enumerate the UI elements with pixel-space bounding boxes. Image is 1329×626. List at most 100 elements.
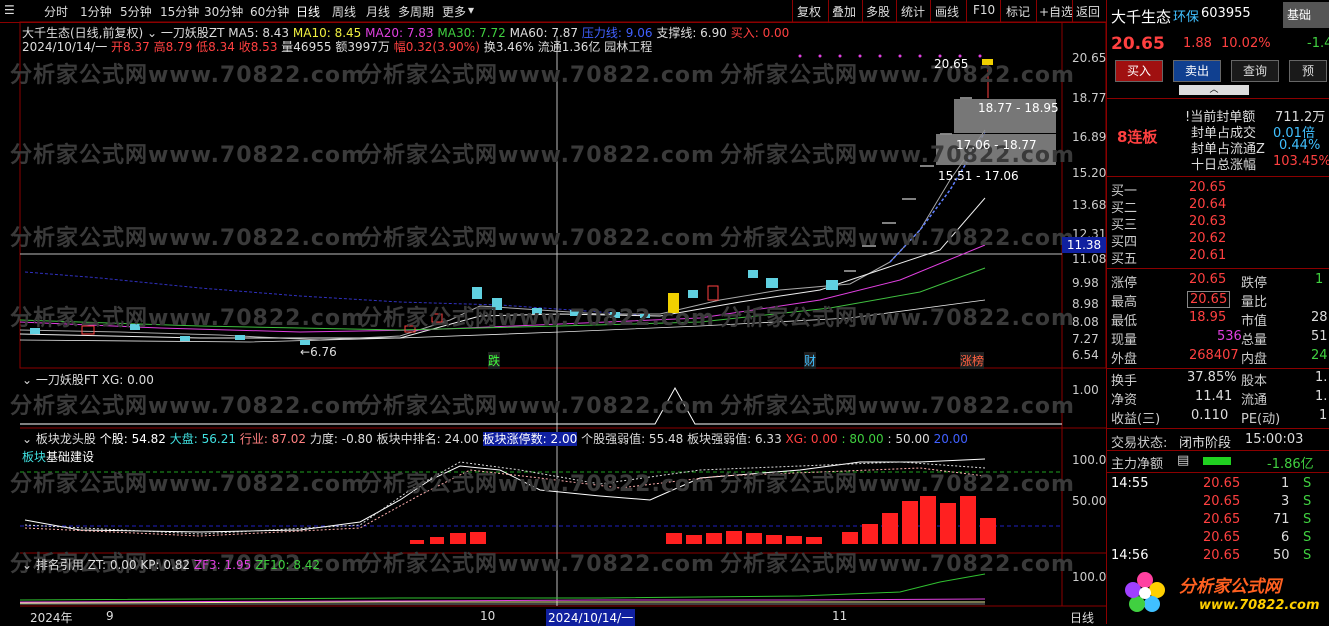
stock-code: 603955	[1201, 6, 1251, 21]
top-price-label: 20.65	[934, 57, 969, 71]
sector-label: 板块基础建设	[22, 450, 95, 464]
bid-price[interactable]: 20.64	[1189, 197, 1226, 212]
axis-tick: 11.08	[1072, 252, 1107, 266]
panel4-header: ⌄ 排名引用 ZT: 0.00 KP: 0.82 ZF3: 1.95 ZF10:…	[22, 558, 321, 572]
inner-label: 内盘	[1241, 352, 1268, 367]
amplitude: 幅0.32(3.90%)	[393, 40, 480, 54]
high-price: 高8.79	[153, 40, 193, 54]
eps: 0.110	[1191, 408, 1229, 423]
high-label: 最高	[1111, 295, 1138, 310]
bid-price[interactable]: 20.62	[1189, 231, 1226, 246]
nav: 11.41	[1195, 389, 1233, 404]
market-cap: 28	[1311, 310, 1328, 325]
signal-zhangbang: 涨榜	[960, 352, 985, 369]
cursor-price-tag: 11.38	[1062, 237, 1106, 253]
chevron-down-icon[interactable]: ⌄	[22, 558, 32, 572]
watermark: 分析家公式网www.70822.com	[10, 394, 365, 419]
collapse-chevron-icon[interactable]: ︿	[1179, 85, 1249, 95]
inner-vol: 24	[1311, 348, 1328, 363]
watermark: 分析家公式网www.70822.com	[360, 226, 715, 251]
main-net: -1.86亿	[1267, 457, 1314, 472]
list-icon[interactable]: ▤	[1177, 453, 1189, 468]
low-point-label: ←6.76	[300, 345, 337, 359]
signal-die: 跌	[488, 352, 501, 369]
limit-down-label: 跌停	[1241, 276, 1268, 291]
float-label: 流通	[1241, 393, 1268, 408]
chevron-down-icon[interactable]: ⌄	[22, 432, 32, 446]
axis-tick: 16.89	[1072, 130, 1107, 144]
day-low: 18.95	[1189, 310, 1227, 325]
range-label-2: 17.06 - 18.77	[956, 138, 1037, 152]
sector-tag: 园林工程	[604, 40, 653, 54]
bid-price[interactable]: 20.61	[1189, 248, 1226, 263]
total-vol: 51	[1311, 329, 1328, 344]
bid-price[interactable]: 20.65	[1189, 180, 1226, 195]
volume: 量46955	[281, 40, 332, 54]
axis-tick: 8.98	[1072, 297, 1099, 311]
turnover-label: 换手	[1111, 374, 1138, 389]
buy-button[interactable]: 买入	[1115, 60, 1163, 82]
outer-vol: 268407	[1189, 348, 1239, 363]
volume-ratio-label: 量比	[1241, 295, 1268, 310]
cur-vol-label: 现量	[1111, 333, 1138, 348]
turnover-rate: 37.85%	[1187, 370, 1237, 385]
total-vol-label: 总量	[1241, 333, 1268, 348]
low-label: 最低	[1111, 314, 1138, 329]
logo-text: 分析家公式网	[1179, 577, 1281, 597]
trade-state-label: 交易状态:	[1111, 436, 1168, 451]
axis-tick: 1.00	[1072, 383, 1099, 397]
x-year: 2024年	[30, 611, 73, 625]
last-price: 20.65	[1111, 34, 1165, 54]
trade-state: 闭市阶段	[1179, 436, 1232, 451]
axis-tick: 9.98	[1072, 276, 1099, 290]
watermark: 分析家公式网www.70822.com	[10, 306, 365, 331]
watermark: 分析家公式网www.70822.com	[360, 306, 715, 331]
pre-button[interactable]: 预	[1289, 60, 1327, 82]
float-cap: 1.	[1315, 389, 1328, 404]
eps-label: 收益(三)	[1111, 412, 1161, 427]
range-label-1: 18.77 - 18.95	[978, 101, 1059, 115]
axis-tick: 20.65	[1072, 51, 1107, 65]
panel3-header: ⌄ 板块龙头股 个股: 54.82 大盘: 56.21 行业: 87.02 力度…	[22, 432, 968, 446]
bid-label: 买五	[1111, 252, 1138, 267]
seal-float: 0.44%	[1279, 138, 1321, 153]
x-month-10: 10	[480, 609, 496, 623]
axis-tick: 6.54	[1072, 348, 1099, 362]
sell-button[interactable]: 卖出	[1173, 60, 1221, 82]
axis-tick: 100.0	[1072, 570, 1107, 584]
panel2-header: ⌄ 一刀妖股FT XG: 0.00	[22, 373, 154, 387]
day-high: 20.65	[1187, 291, 1231, 308]
price-change-pct: 10.02%	[1221, 36, 1271, 51]
float-shares: 流通1.36亿	[537, 40, 601, 54]
limit-down: 1	[1315, 272, 1324, 287]
axis-tick: 50.00	[1072, 494, 1107, 508]
range-label-3: 15.51 - 17.06	[938, 169, 1019, 183]
limit-up-label: 涨停	[1111, 276, 1138, 291]
pe: 1	[1319, 408, 1328, 423]
watermark: 分析家公式网www.70822.com	[360, 552, 715, 577]
watermark: 分析家公式网www.70822.com	[720, 472, 1075, 497]
cursor-date: 2024/10/14/一	[22, 40, 108, 54]
amount: 额3997万	[335, 40, 390, 54]
x-month-9: 9	[106, 609, 114, 623]
base-tab[interactable]: 基础	[1283, 2, 1329, 28]
market-cap-label: 市值	[1241, 314, 1268, 329]
watermark: 分析家公式网www.70822.com	[720, 552, 1075, 577]
watermark: 分析家公式网www.70822.com	[720, 63, 1075, 88]
axis-tick: 8.08	[1072, 315, 1099, 329]
bid-price[interactable]: 20.63	[1189, 214, 1226, 229]
watermark: 分析家公式网www.70822.com	[360, 63, 715, 88]
x-month-11: 11	[832, 609, 848, 623]
ten-day-label: 十日总涨幅	[1191, 158, 1257, 173]
watermark: 分析家公式网www.70822.com	[720, 226, 1075, 251]
axis-tick: 100.0	[1072, 453, 1107, 467]
watermark: 分析家公式网www.70822.com	[720, 306, 1075, 331]
query-button[interactable]: 查询	[1231, 60, 1279, 82]
watermark: 分析家公式网www.70822.com	[10, 472, 365, 497]
limit-streak: 8连板	[1117, 128, 1158, 146]
period-label[interactable]: 日线	[1070, 609, 1094, 626]
watermark: 分析家公式网www.70822.com	[360, 394, 715, 419]
watermark: 分析家公式网www.70822.com	[360, 472, 715, 497]
x-cursor-date: 2024/10/14/一	[546, 609, 636, 626]
chevron-down-icon[interactable]: ⌄	[22, 373, 32, 387]
